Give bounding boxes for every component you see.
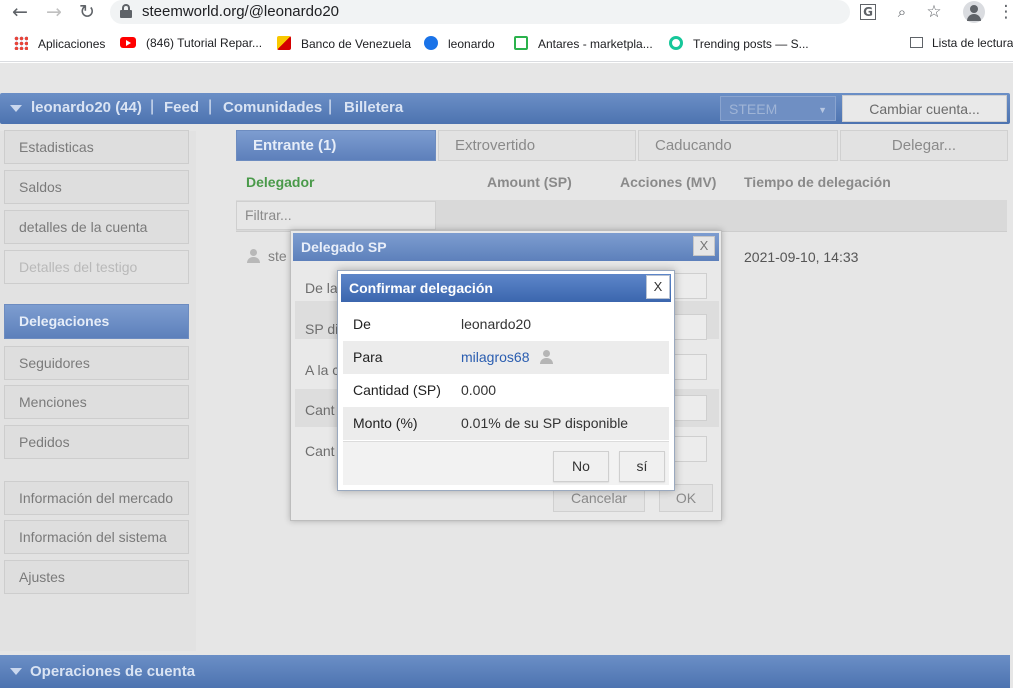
- chevron-down-icon: ▼: [818, 105, 827, 115]
- row-value: 0.000: [461, 382, 497, 398]
- dialog-footer: No sí: [343, 441, 669, 485]
- apps-grid-icon: [14, 36, 28, 50]
- tab-caducando[interactable]: Caducando: [638, 130, 838, 161]
- nav-separator: |: [150, 98, 155, 115]
- sidebar-item-witness-details[interactable]: Detalles del testigo: [4, 250, 189, 284]
- column-header-delegador[interactable]: Delegador: [246, 174, 314, 190]
- dialog-title: Delegado SP: [293, 233, 719, 261]
- field-label-sp-available: SP di: [305, 321, 339, 337]
- nav-comunidades[interactable]: Comunidades: [223, 99, 322, 116]
- forward-arrow-icon[interactable]: →: [42, 1, 66, 25]
- row-key: Para: [353, 349, 383, 365]
- sidebar-item-seguidores[interactable]: Seguidores: [4, 346, 189, 380]
- sidebar-item-saldos[interactable]: Saldos: [4, 170, 189, 204]
- back-arrow-icon[interactable]: ←: [8, 1, 32, 25]
- row-key: De: [353, 316, 371, 332]
- url-text[interactable]: steemworld.org/@leonardo20: [142, 3, 339, 20]
- lock-icon[interactable]: [120, 4, 132, 18]
- sidebar-item-delegaciones[interactable]: Delegaciones: [4, 304, 189, 339]
- confirm-row-from: De leonardo20: [343, 308, 669, 341]
- delegator-cell[interactable]: ste: [246, 248, 287, 264]
- bookmark-trending[interactable]: Trending posts — S...: [669, 36, 809, 51]
- tab-entrante[interactable]: Entrante (1): [236, 130, 436, 161]
- delegation-time-cell: 2021-09-10, 14:33: [744, 249, 859, 265]
- leonardo-icon: [424, 36, 438, 50]
- yes-button[interactable]: sí: [619, 451, 665, 482]
- row-value: 0.01% de su SP disponible: [461, 415, 629, 431]
- star-icon[interactable]: ☆: [924, 2, 944, 22]
- row-key: Cantidad (SP): [353, 382, 441, 398]
- no-button[interactable]: No: [553, 451, 609, 482]
- tab-extrovertido[interactable]: Extrovertido: [438, 130, 636, 161]
- profile-icon[interactable]: [963, 1, 985, 23]
- sidebar-item-market-info[interactable]: Información del mercado: [4, 481, 189, 515]
- collapse-triangle-icon: [10, 668, 22, 675]
- close-icon[interactable]: X: [693, 236, 715, 256]
- nav-account[interactable]: leonardo20 (44): [31, 99, 142, 116]
- youtube-icon: [120, 37, 136, 48]
- column-header-amount[interactable]: Amount (SP): [487, 174, 572, 190]
- browser-toolbar: ← → ↻ steemworld.org/@leonardo20 G ⌕ ☆ ⋮: [0, 0, 1013, 26]
- zoom-icon[interactable]: ⌕: [892, 2, 912, 22]
- nav-billetera[interactable]: Billetera: [344, 99, 403, 116]
- confirm-row-to: Para milagros68: [343, 341, 669, 374]
- bookmark-antares[interactable]: Antares - marketpla...: [514, 36, 653, 51]
- switch-account-button[interactable]: Cambiar cuenta...: [842, 95, 1007, 122]
- nav-separator: |: [208, 98, 213, 115]
- menu-icon[interactable]: ⋮: [996, 2, 1013, 22]
- field-label-from: De la: [305, 280, 338, 296]
- nav-separator: |: [328, 98, 333, 115]
- sidebar-item-estadisticas[interactable]: Estadisticas: [4, 130, 189, 164]
- row-key: Monto (%): [353, 415, 418, 431]
- nav-feed[interactable]: Feed: [164, 99, 199, 116]
- currency-select[interactable]: STEEM ▼: [720, 96, 836, 121]
- sidebar-item-pedidos[interactable]: Pedidos: [4, 425, 189, 459]
- column-header-tiempo[interactable]: Tiempo de delegación: [744, 174, 891, 190]
- column-header-acciones[interactable]: Acciones (MV): [620, 174, 716, 190]
- translate-icon[interactable]: G: [860, 4, 876, 20]
- reload-icon[interactable]: ↻: [75, 1, 99, 25]
- confirm-row-amount: Cantidad (SP) 0.000: [343, 374, 669, 407]
- sidebar-item-account-details[interactable]: detalles de la cuenta: [4, 210, 189, 244]
- recipient-link[interactable]: milagros68: [461, 349, 561, 365]
- sidebar-item-ajustes[interactable]: Ajustes: [4, 560, 189, 594]
- bookmark-banco[interactable]: Banco de Venezuela: [277, 36, 411, 51]
- sidebar-item-system-info[interactable]: Información del sistema: [4, 520, 189, 554]
- bookmark-apps[interactable]: Aplicaciones: [14, 36, 105, 51]
- tab-delegar[interactable]: Delegar...: [840, 130, 1008, 161]
- recipient-name[interactable]: milagros68: [461, 349, 529, 365]
- close-icon[interactable]: X: [646, 275, 670, 299]
- address-bar[interactable]: steemworld.org/@leonardo20: [110, 0, 850, 24]
- account-operations-label: Operaciones de cuenta: [30, 663, 196, 680]
- filter-input[interactable]: Filtrar...: [236, 201, 436, 230]
- currency-value: STEEM: [729, 101, 778, 117]
- bookmarks-bar: Aplicaciones (846) Tutorial Repar... Ban…: [0, 26, 1013, 62]
- confirm-row-percent: Monto (%) 0.01% de su SP disponible: [343, 407, 669, 440]
- dialog-title: Confirmar delegación: [341, 274, 671, 302]
- sidebar-item-menciones[interactable]: Menciones: [4, 385, 189, 419]
- user-icon: [539, 350, 554, 364]
- confirm-delegation-dialog: Confirmar delegación X De leonardo20 Par…: [337, 270, 675, 491]
- top-navbar: leonardo20 (44) | Feed | Comunidades | B…: [0, 93, 1010, 124]
- collapse-triangle-icon[interactable]: [10, 105, 22, 112]
- bookmark-youtube[interactable]: (846) Tutorial Repar...: [120, 36, 262, 50]
- field-label-to: A la c: [305, 362, 340, 378]
- banco-icon: [277, 36, 291, 50]
- field-label-amount-2: Cant: [305, 443, 335, 459]
- reading-list-icon: [910, 37, 923, 48]
- account-operations-bar[interactable]: Operaciones de cuenta: [0, 655, 1010, 688]
- antares-icon: [514, 36, 528, 50]
- filter-row: Filtrar...: [236, 200, 1007, 232]
- user-icon: [246, 249, 260, 263]
- trending-icon: [669, 36, 683, 50]
- field-label-amount: Cant: [305, 402, 335, 418]
- reading-list[interactable]: Lista de lectura: [910, 36, 1013, 50]
- bookmark-leonardo[interactable]: leonardo: [424, 36, 495, 51]
- row-value: leonardo20: [461, 316, 532, 332]
